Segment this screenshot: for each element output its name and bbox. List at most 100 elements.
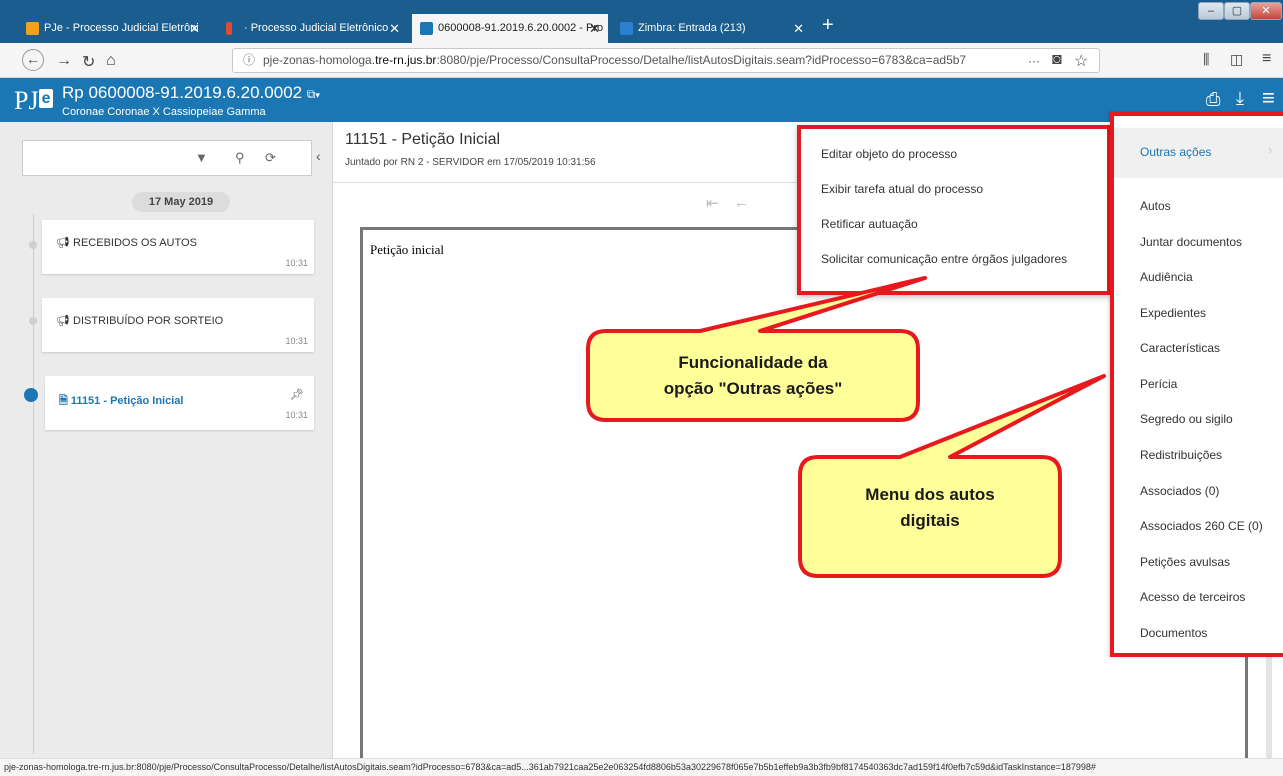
reload-icon[interactable]: ↻ bbox=[82, 52, 95, 72]
tab-label: Zimbra: Entrada (213) bbox=[638, 22, 746, 34]
maximize-window-icon[interactable]: ▢ bbox=[1224, 2, 1250, 20]
download-icon[interactable]: ⤓ bbox=[1236, 88, 1244, 109]
close-tab-icon[interactable]: ✕ bbox=[793, 14, 804, 43]
pje-favicon-icon bbox=[26, 22, 39, 35]
close-tab-icon[interactable]: ✕ bbox=[589, 14, 600, 43]
tab-label: · Processo Judicial Eletrônico bbox=[244, 22, 389, 34]
menu-item-label: Outras ações bbox=[1140, 145, 1212, 159]
pocket-icon[interactable]: ◙ bbox=[1052, 51, 1062, 69]
browser-tab-bar: PJe - Processo Judicial Eletrôni ✕ · Pro… bbox=[0, 0, 1283, 43]
menu-item-caracteristicas[interactable]: Características bbox=[1140, 341, 1220, 355]
timeline-item-peticao[interactable]: 🗎 11151 - Petição Inicial 📌︎ 10:31 bbox=[45, 376, 314, 430]
process-title: Rp 0600008-91.2019.6.20.0002 ⧉▾ bbox=[62, 83, 320, 102]
browser-tab-2[interactable]: · Processo Judicial Eletrônico ✕ bbox=[218, 14, 408, 43]
menu-item-autos[interactable]: Autos bbox=[1140, 199, 1171, 213]
site-info-icon[interactable]: ⓘ bbox=[243, 49, 255, 72]
megaphone-icon: 📢︎ bbox=[56, 237, 70, 249]
menu-item-associados[interactable]: Associados (0) bbox=[1140, 484, 1219, 498]
menu-item-documentos[interactable]: Documentos bbox=[1140, 626, 1207, 640]
autos-digitais-menu: Outras ações › Autos Juntar documentos A… bbox=[1110, 112, 1283, 657]
pje-favicon-icon bbox=[420, 22, 433, 35]
address-bar[interactable]: ⓘ pje-zonas-homologa.tre-rn.jus.br:8080/… bbox=[232, 48, 1100, 73]
document-subtitle: Juntado por RN 2 - SERVIDOR em 17/05/201… bbox=[345, 157, 596, 168]
timeline-sidebar: ▼ ⚲ ⟳ ‹ 17 May 2019 📢︎ RECEBIDOS OS AUTO… bbox=[0, 122, 333, 758]
timeline-date-badge: 17 May 2019 bbox=[132, 192, 230, 212]
process-parties: Coronae Coronae X Cassiopeiae Gamma bbox=[62, 106, 266, 118]
timeline-item-label: 📢︎ DISTRIBUÍDO POR SORTEIO bbox=[56, 315, 224, 327]
app-favicon-icon bbox=[226, 22, 232, 35]
menu-item-associados-260[interactable]: Associados 260 CE (0) bbox=[1140, 519, 1263, 533]
autos-menu-icon[interactable]: ≡ bbox=[1262, 85, 1275, 111]
browser-tab-1[interactable]: PJe - Processo Judicial Eletrôni ✕ bbox=[18, 14, 208, 43]
submenu-item-exibir-tarefa[interactable]: Exibir tarefa atual do processo bbox=[821, 182, 983, 196]
logo-text: PJ bbox=[14, 86, 39, 115]
callout-menu-autos-text: Menu dos autos digitais bbox=[865, 485, 995, 530]
document-icon: 🗎 bbox=[59, 395, 68, 407]
menu-item-pericia[interactable]: Perícia bbox=[1140, 377, 1177, 391]
minimize-window-icon[interactable]: – bbox=[1198, 2, 1224, 20]
url-prefix: pje-zonas-homologa. bbox=[263, 53, 376, 67]
search-icon[interactable]: ⚲ bbox=[235, 150, 245, 166]
menu-item-juntar-documentos[interactable]: Juntar documentos bbox=[1140, 235, 1242, 249]
submenu-item-retificar-autuacao[interactable]: Retificar autuação bbox=[821, 217, 918, 231]
timeline-dot bbox=[29, 317, 37, 325]
pje-logo[interactable]: PJ e bbox=[14, 84, 54, 116]
print-icon[interactable]: ⎙ bbox=[1206, 89, 1220, 110]
outras-acoes-submenu: Editar objeto do processo Exibir tarefa … bbox=[797, 125, 1111, 295]
forward-arrow-icon[interactable]: → bbox=[56, 52, 72, 70]
timeline-item-label: 🗎 11151 - Petição Inicial bbox=[59, 395, 184, 407]
timeline-item-distribuido[interactable]: 📢︎ DISTRIBUÍDO POR SORTEIO 10:31 bbox=[42, 298, 314, 352]
browser-tab-3-active[interactable]: 0600008-91.2019.6.20.0002 - Pro ✕ bbox=[412, 14, 608, 43]
document-body-text: Petição inicial bbox=[370, 242, 445, 257]
chevron-down-icon[interactable]: ▾ bbox=[315, 90, 320, 100]
submenu-item-editar-objeto[interactable]: Editar objeto do processo bbox=[821, 147, 957, 161]
tab-label: 0600008-91.2019.6.20.0002 - Pro bbox=[438, 22, 604, 34]
timeline-dot bbox=[29, 241, 37, 249]
submenu-item-solicitar-comunicacao[interactable]: Solicitar comunicação entre órgãos julga… bbox=[821, 252, 1067, 266]
home-icon[interactable]: ⌂ bbox=[106, 52, 116, 70]
menu-item-outras-acoes[interactable]: Outras ações › bbox=[1114, 128, 1283, 178]
menu-item-audiencia[interactable]: Audiência bbox=[1140, 270, 1193, 284]
chevron-right-icon: › bbox=[1268, 142, 1273, 157]
previous-page-icon[interactable]: ← bbox=[734, 194, 749, 211]
back-arrow-icon[interactable]: ← bbox=[22, 49, 44, 71]
close-tab-icon[interactable]: ✕ bbox=[389, 14, 400, 43]
timeline-item-label: 📢︎ RECEBIDOS OS AUTOS bbox=[56, 237, 197, 249]
new-tab-icon[interactable]: + bbox=[822, 14, 834, 37]
status-bar-url: pje-zonas-homologa.tre-rn.jus.br:8080/pj… bbox=[0, 758, 1283, 776]
pin-icon[interactable]: 📌︎ bbox=[290, 388, 304, 401]
document-title: 11151 - Petição Inicial bbox=[345, 131, 501, 148]
browser-tab-4[interactable]: Zimbra: Entrada (213) ✕ bbox=[612, 14, 812, 43]
timeline-item-time: 10:31 bbox=[285, 258, 308, 268]
close-tab-icon[interactable]: ✕ bbox=[189, 14, 200, 43]
menu-item-segredo-sigilo[interactable]: Segredo ou sigilo bbox=[1140, 412, 1233, 426]
zimbra-favicon-icon bbox=[620, 22, 633, 35]
menu-item-redistribuicoes[interactable]: Redistribuições bbox=[1140, 448, 1222, 462]
timeline-item-time: 10:31 bbox=[285, 336, 308, 346]
timeline-item-time: 10:31 bbox=[285, 410, 308, 420]
menu-item-expedientes[interactable]: Expedientes bbox=[1140, 306, 1206, 320]
menu-item-acesso-terceiros[interactable]: Acesso de terceiros bbox=[1140, 590, 1245, 604]
timeline-search-input[interactable]: ▼ ⚲ ⟳ bbox=[22, 140, 312, 176]
timeline-active-dot bbox=[24, 388, 38, 402]
menu-item-peticoes-avulsas[interactable]: Petições avulsas bbox=[1140, 555, 1230, 569]
timeline-item-recebidos[interactable]: 📢︎ RECEBIDOS OS AUTOS 10:31 bbox=[42, 220, 314, 274]
collapse-sidebar-icon[interactable]: ‹ bbox=[316, 148, 321, 164]
first-page-icon[interactable]: ⇤ bbox=[706, 194, 719, 212]
refresh-icon[interactable]: ⟳ bbox=[265, 150, 276, 166]
bookmark-star-icon[interactable]: ☆ bbox=[1074, 51, 1088, 71]
url-host: tre-rn.jus.br bbox=[375, 53, 437, 67]
megaphone-icon: 📢︎ bbox=[56, 315, 70, 327]
browser-nav-bar: ← → ↻ ⌂ ⓘ pje-zonas-homologa.tre-rn.jus.… bbox=[0, 43, 1283, 78]
logo-badge: e bbox=[38, 89, 54, 108]
page-actions-icon[interactable]: ··· bbox=[1028, 54, 1040, 68]
close-window-icon[interactable]: ✕ bbox=[1250, 2, 1282, 20]
tab-label: PJe - Processo Judicial Eletrôni bbox=[44, 22, 199, 34]
timeline-line bbox=[33, 214, 34, 754]
filter-icon[interactable]: ▼ bbox=[195, 150, 208, 165]
browser-menu-icon[interactable]: ≡ bbox=[1262, 50, 1271, 68]
app-header: PJ e Rp 0600008-91.2019.6.20.0002 ⧉▾ Coro… bbox=[0, 78, 1283, 122]
url-path: :8080/pje/Processo/ConsultaProcesso/Deta… bbox=[436, 53, 967, 67]
library-icon[interactable]: ⫼ bbox=[1203, 51, 1209, 68]
sidebar-toggle-icon[interactable]: ◫ bbox=[1230, 51, 1243, 68]
